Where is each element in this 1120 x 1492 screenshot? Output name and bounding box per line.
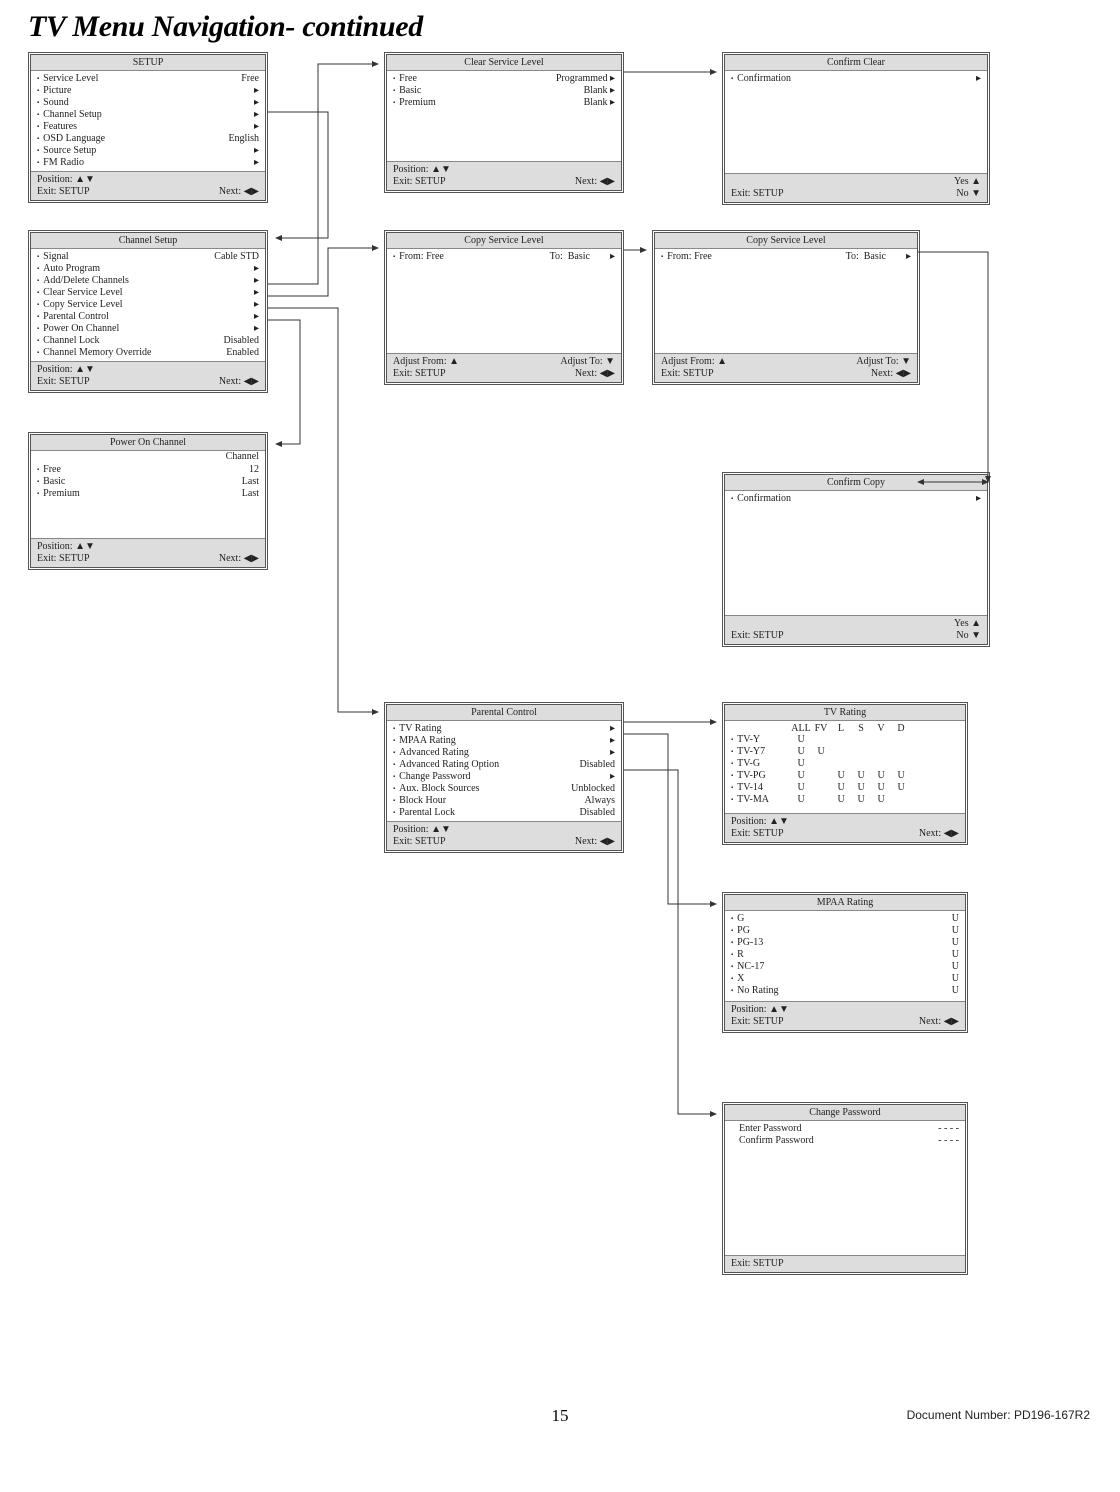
panel-tv-rating: TV Rating ALLFVLSVD TV-YUTV-Y7UUTV-GUTV-… <box>722 702 968 845</box>
menu-row: BasicBlank ▸ <box>393 85 615 97</box>
menu-row: Add/Delete Channels▸ <box>37 275 259 287</box>
menu-row: Auto Program▸ <box>37 263 259 275</box>
menu-row: PremiumLast <box>37 488 259 500</box>
menu-row: XU <box>731 973 959 985</box>
panel-change-password: Change Password Enter Password- - - -Con… <box>722 1102 968 1275</box>
menu-row: Channel Memory OverrideEnabled <box>37 347 259 359</box>
menu-row: Source Setup▸ <box>37 145 259 157</box>
rating-row: TV-MAUUUU <box>731 794 959 806</box>
rating-row: TV-YU <box>731 734 959 746</box>
panel-confirm-clear: Confirm Clear Confirmation▸ Yes ▲ Exit: … <box>722 52 990 205</box>
rating-row: TV-GU <box>731 758 959 770</box>
rating-row: TV-14UUUUU <box>731 782 959 794</box>
menu-row: Service LevelFree <box>37 73 259 85</box>
menu-row: PG-13U <box>731 937 959 949</box>
menu-row: From: FreeTo: Basic ▸ <box>393 251 615 263</box>
menu-row: PremiumBlank ▸ <box>393 97 615 109</box>
menu-row: Aux. Block SourcesUnblocked <box>393 783 615 795</box>
menu-row: Confirm Password- - - - <box>739 1135 959 1147</box>
page-title: TV Menu Navigation- continued <box>28 10 1092 44</box>
panel-rows: Service LevelFreePicture▸Sound▸Channel S… <box>37 73 259 169</box>
panel-copy-service-level-2: Copy Service Level From: FreeTo: Basic ▸… <box>652 230 920 385</box>
panel-clear-service-level: Clear Service Level FreeProgrammed ▸Basi… <box>384 52 624 193</box>
menu-row: Enter Password- - - - <box>739 1123 959 1135</box>
menu-row: PGU <box>731 925 959 937</box>
menu-row: FreeProgrammed ▸ <box>393 73 615 85</box>
menu-row: Sound▸ <box>37 97 259 109</box>
menu-row: FM Radio▸ <box>37 157 259 169</box>
menu-row: TV Rating▸ <box>393 723 615 735</box>
menu-row: Channel Setup▸ <box>37 109 259 121</box>
panel-channel-setup: Channel Setup SignalCable STDAuto Progra… <box>28 230 268 393</box>
menu-row: Copy Service Level▸ <box>37 299 259 311</box>
menu-row: Parental Control▸ <box>37 311 259 323</box>
panel-title: SETUP <box>31 55 265 71</box>
page-number: 15 <box>552 1406 569 1426</box>
menu-row: Clear Service Level▸ <box>37 287 259 299</box>
panel-confirm-copy: Confirm Copy Confirmation▸ Yes ▲ Exit: S… <box>722 472 990 647</box>
menu-row: RU <box>731 949 959 961</box>
menu-row: MPAA Rating▸ <box>393 735 615 747</box>
menu-row: Power On Channel▸ <box>37 323 259 335</box>
rating-row: TV-Y7UU <box>731 746 959 758</box>
document-number: Document Number: PD196-167R2 <box>907 1408 1090 1422</box>
menu-row: NC-17U <box>731 961 959 973</box>
menu-row: Confirmation▸ <box>731 73 981 85</box>
menu-row: OSD LanguageEnglish <box>37 133 259 145</box>
menu-row: No RatingU <box>731 985 959 997</box>
menu-row: Features▸ <box>37 121 259 133</box>
menu-row: Picture▸ <box>37 85 259 97</box>
menu-row: Block HourAlways <box>393 795 615 807</box>
menu-row: Change Password▸ <box>393 771 615 783</box>
menu-row: SignalCable STD <box>37 251 259 263</box>
menu-row: Free12 <box>37 464 259 476</box>
menu-row: Parental LockDisabled <box>393 807 615 819</box>
panel-mpaa-rating: MPAA Rating GUPGUPG-13URUNC-17UXUNo Rati… <box>722 892 968 1033</box>
menu-row: From: FreeTo: Basic ▸ <box>661 251 911 263</box>
panel-parental-control: Parental Control TV Rating▸MPAA Rating▸A… <box>384 702 624 853</box>
menu-row: BasicLast <box>37 476 259 488</box>
diagram-canvas: SETUP Service LevelFreePicture▸Sound▸Cha… <box>28 52 1092 1412</box>
panel-copy-service-level-1: Copy Service Level From: FreeTo: Basic ▸… <box>384 230 624 385</box>
menu-row: GU <box>731 913 959 925</box>
menu-row: Advanced Rating OptionDisabled <box>393 759 615 771</box>
rating-row: TV-PGUUUUU <box>731 770 959 782</box>
menu-row: Channel LockDisabled <box>37 335 259 347</box>
panel-setup: SETUP Service LevelFreePicture▸Sound▸Cha… <box>28 52 268 203</box>
panel-power-on-channel: Power On Channel Channel Free12BasicLast… <box>28 432 268 570</box>
menu-row: Confirmation▸ <box>731 493 981 505</box>
menu-row: Advanced Rating▸ <box>393 747 615 759</box>
